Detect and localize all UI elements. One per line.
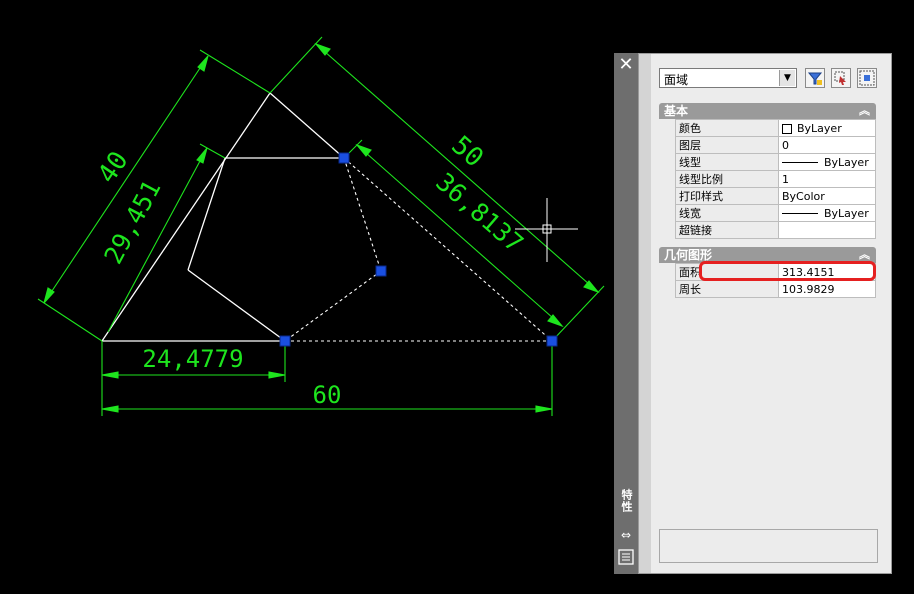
property-value[interactable]: 103.9829 <box>778 280 876 298</box>
palette-titlebar[interactable]: ✕ 特性 ⇔ <box>614 53 639 574</box>
properties-palette: ✕ 特性 ⇔ 面域 ▼ 基本 ︽ 颜色 ByLayer 图层 0 线型 ByLa… <box>614 53 892 574</box>
property-value[interactable] <box>778 221 876 239</box>
dimension-text-29: 29,451 <box>98 175 166 268</box>
dimension-line-40[interactable] <box>43 55 209 304</box>
funnel-icon <box>807 72 823 85</box>
section-title-general: 基本 <box>664 104 689 118</box>
object-type-value: 面域 <box>664 73 689 87</box>
dimension-text-60: 60 <box>313 381 342 409</box>
property-value[interactable]: 1 <box>778 170 876 188</box>
property-name: 超链接 <box>675 221 779 239</box>
select-objects-button[interactable] <box>831 68 851 88</box>
property-row[interactable]: 线型 ByLayer <box>675 153 876 171</box>
property-value[interactable]: ByLayer <box>797 122 842 135</box>
close-icon[interactable]: ✕ <box>617 56 635 74</box>
dimension-text-40: 40 <box>92 146 134 189</box>
color-swatch-icon <box>782 123 792 134</box>
grip[interactable] <box>338 152 350 164</box>
grip[interactable] <box>279 335 291 347</box>
dimension-text-24: 24,4779 <box>142 345 243 373</box>
quick-select-button[interactable] <box>857 68 877 88</box>
section-title-geometry: 几何图形 <box>664 248 713 262</box>
object-type-dropdown[interactable]: 面域 ▼ <box>659 68 797 88</box>
general-properties-table: 颜色 ByLayer 图层 0 线型 ByLayer 线型比例 1 打印样式 B… <box>675 119 876 239</box>
linetype-swatch-icon <box>782 162 818 163</box>
property-value[interactable]: ByLayer <box>824 207 869 220</box>
property-name: 线宽 <box>675 204 779 222</box>
property-name: 图层 <box>675 136 779 154</box>
property-row[interactable]: 线宽 ByLayer <box>675 204 876 222</box>
property-name: 周长 <box>675 280 779 298</box>
chevron-up-icon[interactable]: ︽ <box>859 103 870 119</box>
section-header-general[interactable]: 基本 ︽ <box>659 103 876 119</box>
property-row[interactable]: 打印样式 ByColor <box>675 187 876 205</box>
dimension-line-36[interactable] <box>356 144 563 327</box>
chevron-down-icon[interactable]: ▼ <box>779 70 795 86</box>
property-row[interactable]: 线型比例 1 <box>675 170 876 188</box>
palette-gutter <box>639 54 651 573</box>
lineweight-swatch-icon <box>782 213 818 214</box>
selected-edge[interactable] <box>284 270 382 342</box>
dimension-line-50[interactable] <box>315 43 599 293</box>
property-row[interactable]: 颜色 ByLayer <box>675 119 876 137</box>
palette-body: 面域 ▼ 基本 ︽ 颜色 ByLayer 图层 0 线型 ByLayer 线型比… <box>638 53 892 574</box>
crosshair-cursor <box>515 198 578 262</box>
property-value[interactable]: ByColor <box>778 187 876 205</box>
dimension-text-50: 50 <box>446 130 489 173</box>
grip[interactable] <box>375 265 387 277</box>
toggle-pickadd-button[interactable] <box>805 68 825 88</box>
property-name: 颜色 <box>675 119 779 137</box>
property-value[interactable]: 0 <box>778 136 876 154</box>
autohide-icon[interactable]: ⇔ <box>617 527 635 543</box>
quick-select-icon <box>859 70 875 86</box>
area-highlight-annotation <box>699 261 876 281</box>
property-name: 线型 <box>675 153 779 171</box>
geometry-edge[interactable] <box>187 157 226 271</box>
property-name: 线型比例 <box>675 170 779 188</box>
properties-menu-icon[interactable] <box>617 548 635 566</box>
property-row[interactable]: 超链接 <box>675 221 876 239</box>
property-row-perimeter[interactable]: 周长 103.9829 <box>675 280 876 298</box>
property-value[interactable]: ByLayer <box>824 156 869 169</box>
palette-title: 特性 <box>620 489 633 513</box>
property-name: 打印样式 <box>675 187 779 205</box>
geometry-edge[interactable] <box>187 269 286 342</box>
geometry-edge[interactable] <box>269 92 345 159</box>
property-row[interactable]: 图层 0 <box>675 136 876 154</box>
description-panel <box>659 529 878 563</box>
dimension-text-36: 36,8137 <box>430 167 529 258</box>
select-objects-icon <box>834 71 846 85</box>
grip[interactable] <box>546 335 558 347</box>
